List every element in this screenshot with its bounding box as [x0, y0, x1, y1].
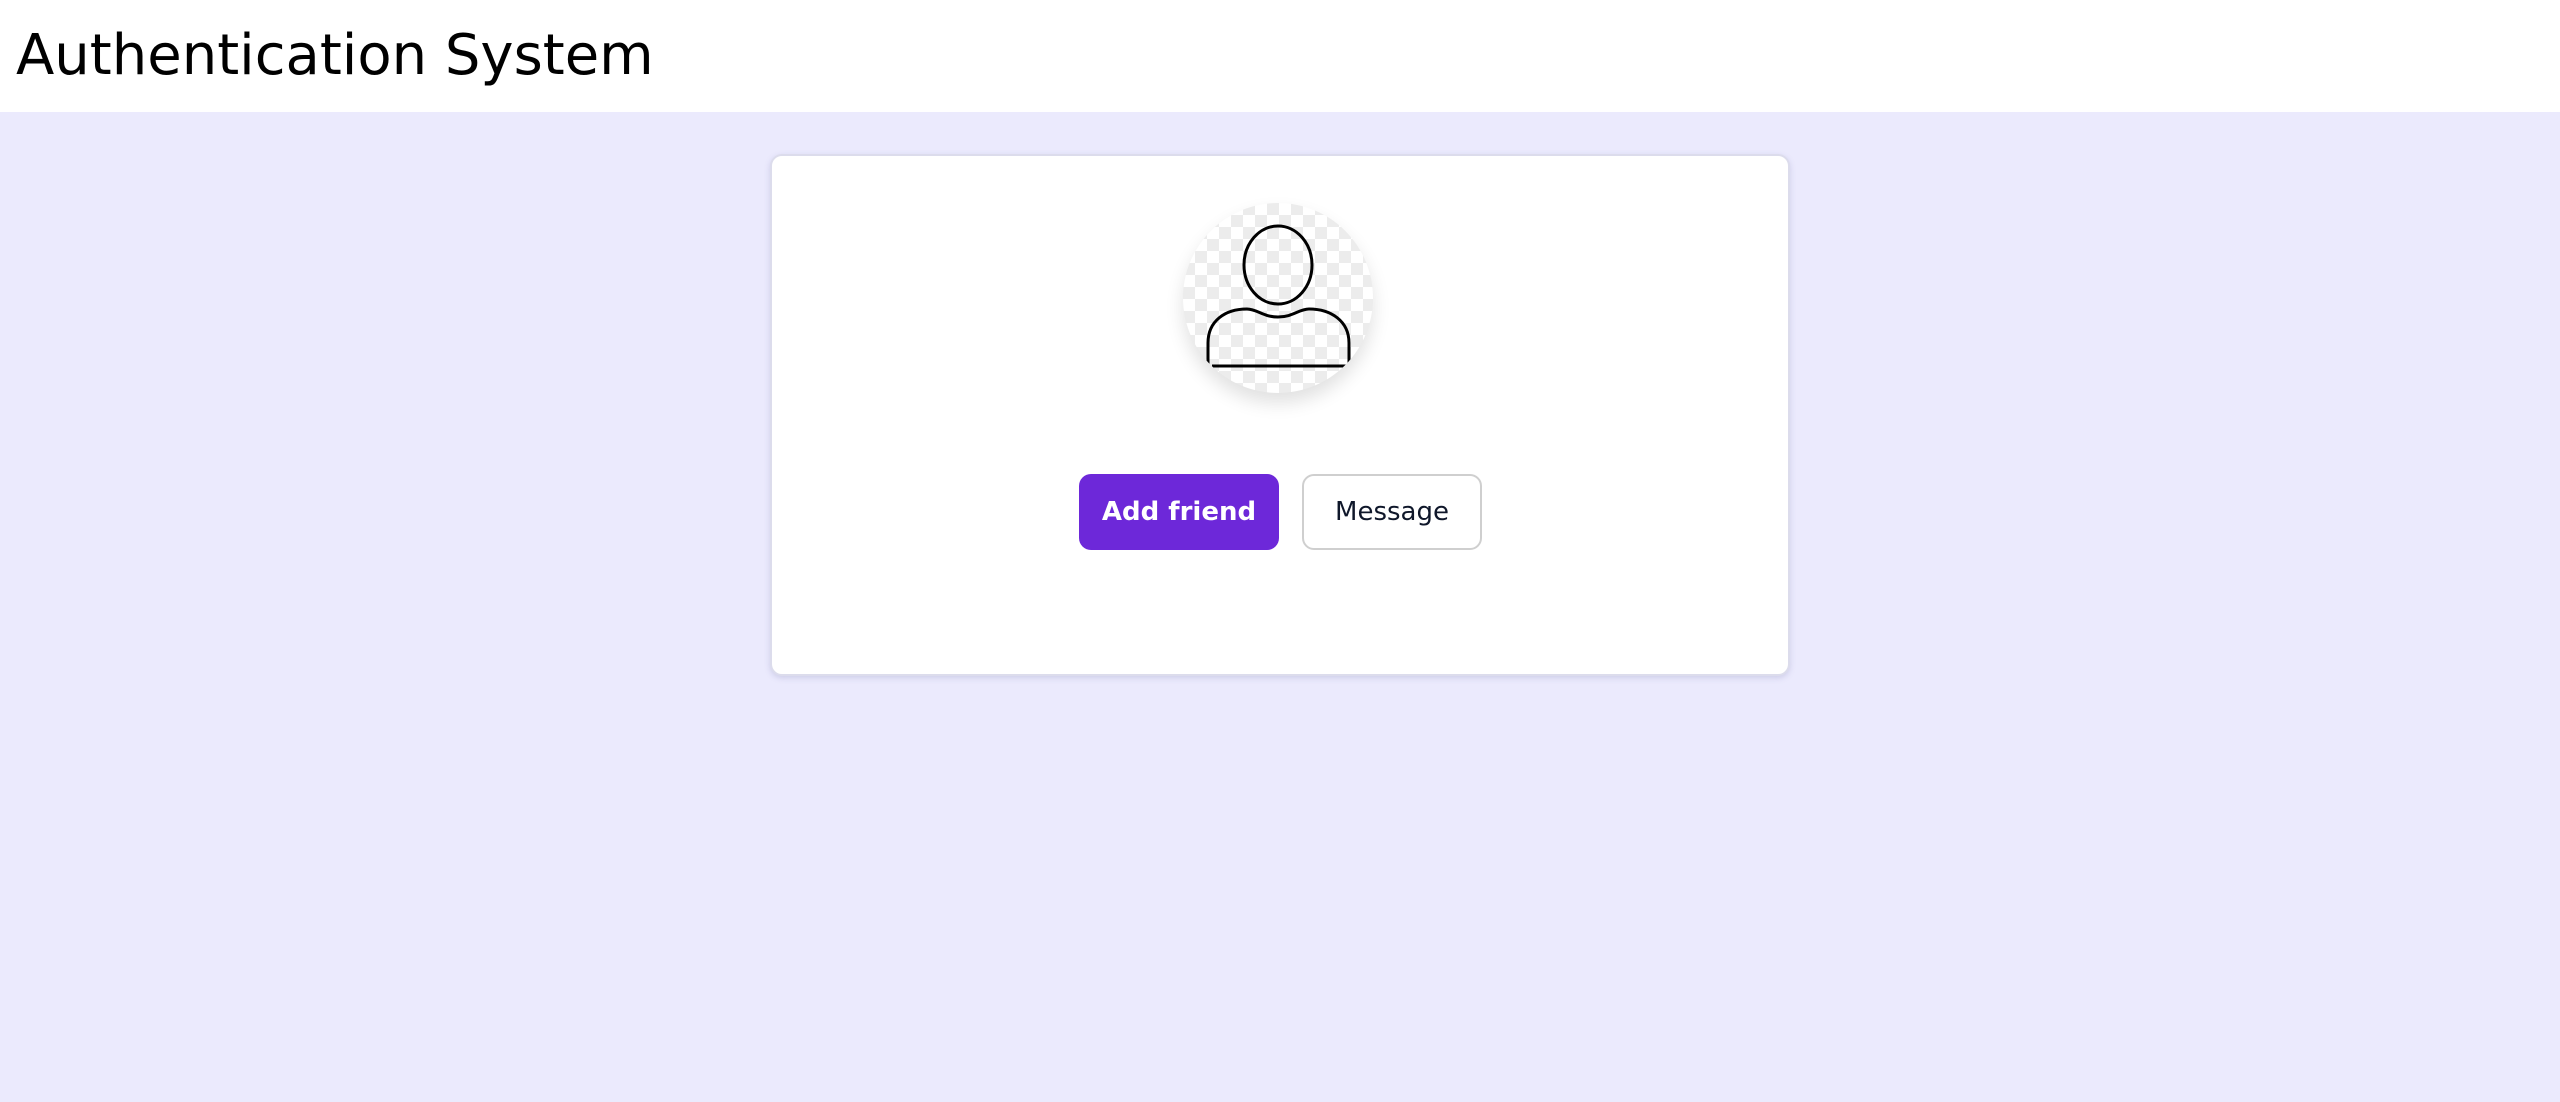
- add-friend-button[interactable]: Add friend: [1079, 474, 1279, 550]
- page-title: Authentication System: [16, 23, 654, 88]
- avatar: [1183, 203, 1373, 393]
- profile-card: Add friend Message: [770, 154, 1790, 676]
- message-button[interactable]: Message: [1302, 474, 1482, 550]
- top-bar: Authentication System: [0, 0, 2560, 112]
- user-placeholder-icon: [1206, 224, 1351, 368]
